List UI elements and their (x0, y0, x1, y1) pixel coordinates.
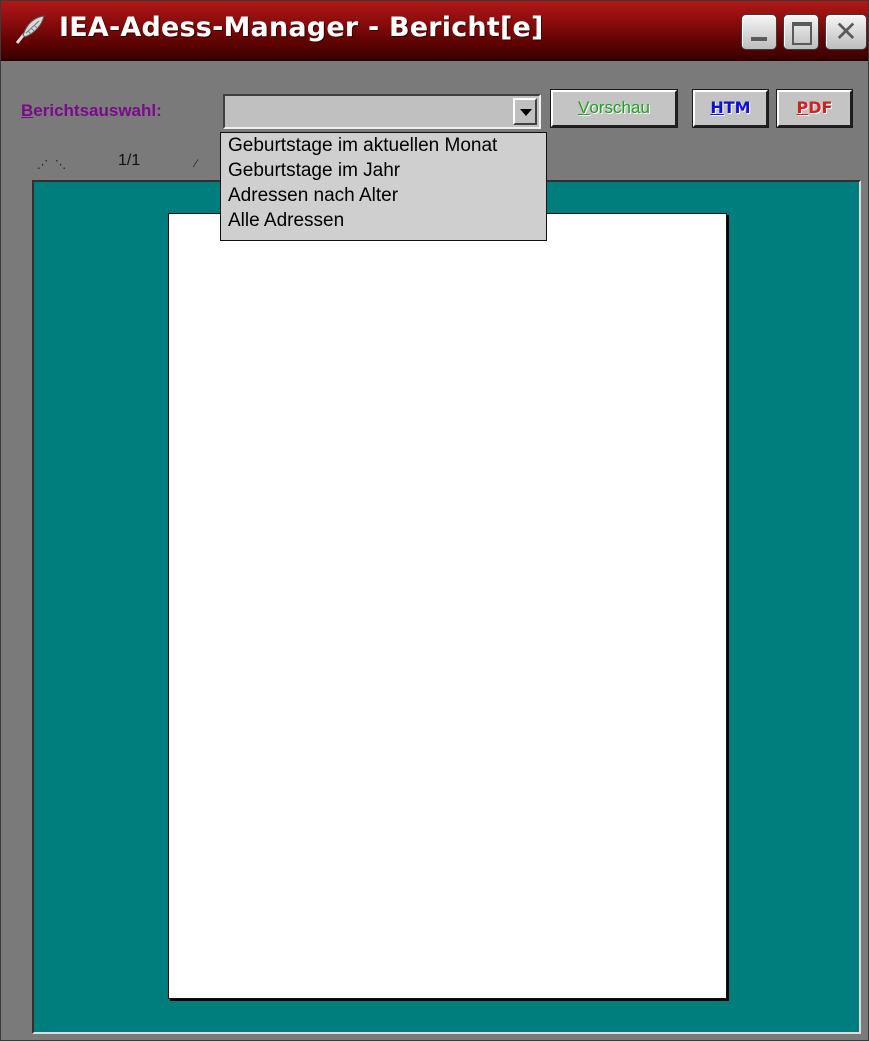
report-window: IEA-Adess-Manager - Bericht[e] ✕ Bericht… (0, 0, 869, 1041)
export-pdf-button[interactable]: PDF (776, 89, 853, 128)
close-icon: ✕ (834, 15, 858, 48)
report-dropdown-list: Geburtstage im aktuellen Monat Geburtsta… (220, 132, 547, 241)
preview-button[interactable]: Vorschau (550, 89, 678, 128)
report-selection-label: Berichtsauswahl: (21, 101, 162, 120)
report-page (168, 213, 727, 999)
report-preview-area (32, 180, 861, 1034)
title-bar[interactable]: IEA-Adess-Manager - Bericht[e] ✕ (1, 1, 868, 61)
dropdown-option-all-addresses[interactable]: Alle Adressen (221, 208, 546, 233)
close-button[interactable]: ✕ (825, 14, 867, 50)
quill-pen-icon (15, 15, 45, 44)
dropdown-option-addresses-by-age[interactable]: Adressen nach Alter (221, 183, 546, 208)
page-indicator: 1/1 (118, 152, 141, 169)
previous-page-icon[interactable]: ⋰ ⋱ (37, 158, 68, 171)
minimize-button[interactable] (741, 14, 777, 50)
dropdown-option-birthdays-year[interactable]: Geburtstage im Jahr (221, 158, 546, 183)
report-select[interactable] (223, 94, 541, 129)
maximize-button[interactable] (783, 14, 819, 50)
export-htm-button[interactable]: HTM (692, 89, 769, 128)
next-page-icon[interactable]: ⁄ (195, 158, 197, 170)
chevron-down-icon[interactable] (513, 98, 537, 125)
window-title: IEA-Adess-Manager - Bericht[e] (59, 12, 544, 43)
dropdown-option-birthdays-month[interactable]: Geburtstage im aktuellen Monat (221, 133, 546, 158)
